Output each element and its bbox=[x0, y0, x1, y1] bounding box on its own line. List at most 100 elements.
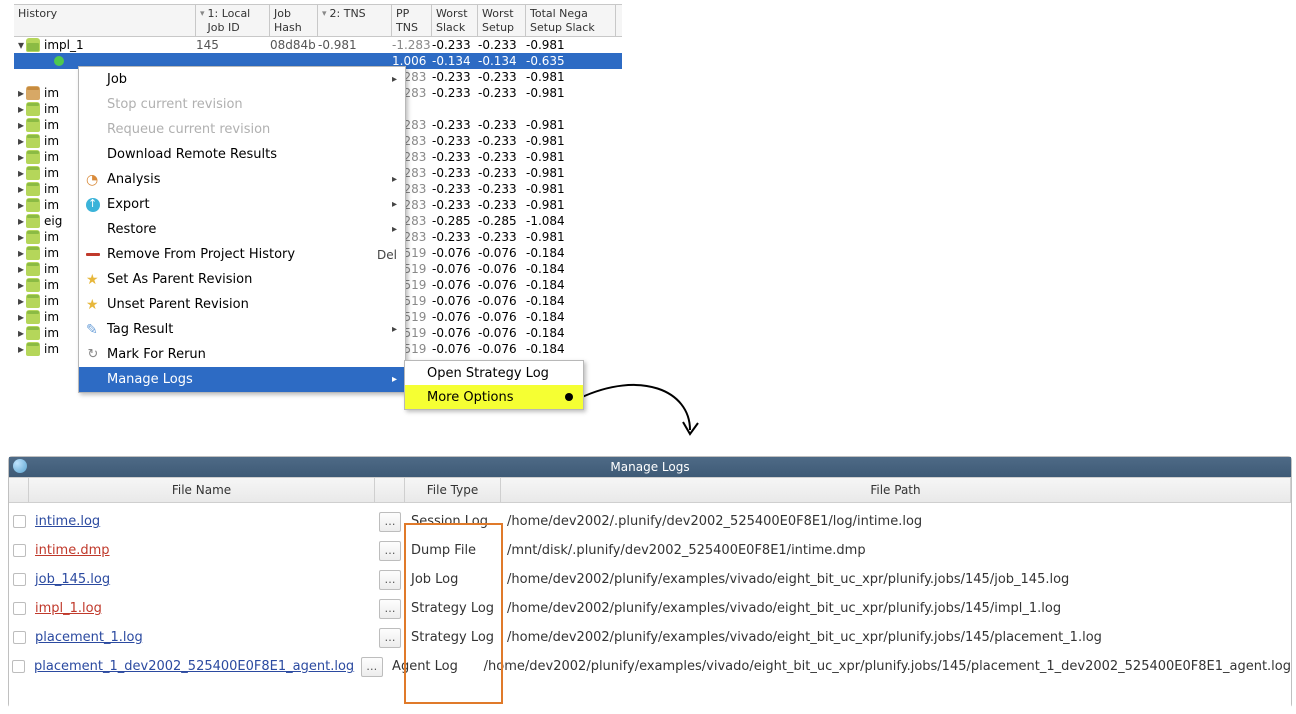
log-row: job_145.log…Job Log/home/dev2002/plunify… bbox=[9, 565, 1291, 594]
ctx-mark-rerun[interactable]: ↻Mark For Rerun bbox=[79, 342, 405, 367]
export-icon bbox=[86, 198, 100, 212]
expand-icon[interactable]: ▸ bbox=[16, 182, 26, 196]
folder-icon bbox=[26, 102, 40, 116]
expand-icon[interactable]: ▸ bbox=[16, 342, 26, 356]
expand-icon[interactable]: ▾ bbox=[16, 38, 26, 52]
col-worst-slack[interactable]: Worst Slack bbox=[432, 5, 478, 36]
checkbox[interactable] bbox=[13, 573, 26, 586]
file-type: Strategy Log bbox=[405, 630, 501, 645]
ctx-unset-parent[interactable]: ★Unset Parent Revision bbox=[79, 292, 405, 317]
expand-icon[interactable]: ▸ bbox=[16, 326, 26, 340]
checkbox[interactable] bbox=[13, 515, 26, 528]
folder-icon bbox=[26, 342, 40, 356]
expand-icon[interactable]: ▸ bbox=[16, 230, 26, 244]
col-checkbox[interactable] bbox=[9, 478, 29, 502]
file-name-link[interactable]: impl_1.log bbox=[35, 601, 102, 616]
col-job-hash[interactable]: Job Hash bbox=[270, 5, 318, 36]
folder-icon bbox=[26, 214, 40, 228]
col-file-type[interactable]: File Type bbox=[405, 478, 501, 502]
ctx-requeue: Requeue current revision bbox=[79, 117, 405, 142]
checkbox[interactable] bbox=[13, 544, 26, 557]
col-tns[interactable]: ▾2: TNS bbox=[318, 5, 392, 36]
ctx-tag[interactable]: ✎Tag Result▸ bbox=[79, 317, 405, 342]
file-path: /home/dev2002/plunify/examples/vivado/ei… bbox=[501, 630, 1291, 645]
dialog-title: Manage Logs bbox=[610, 460, 689, 474]
tree-row-impl1[interactable]: ▾impl_1 145 08d84b -0.981 -1.283 -0.233 … bbox=[14, 37, 622, 53]
ctx-download[interactable]: Download Remote Results bbox=[79, 142, 405, 167]
log-row: intime.dmp…Dump File/mnt/disk/.plunify/d… bbox=[9, 536, 1291, 565]
checkbox[interactable] bbox=[12, 660, 25, 673]
browse-button[interactable]: … bbox=[379, 541, 401, 561]
file-type: Strategy Log bbox=[405, 601, 501, 616]
sort-icon: ▾ bbox=[322, 7, 327, 21]
file-name-link[interactable]: intime.log bbox=[35, 514, 100, 529]
log-row: intime.log…Session Log/home/dev2002/.plu… bbox=[9, 507, 1291, 536]
ctx-remove[interactable]: Remove From Project HistoryDel bbox=[79, 242, 405, 267]
folder-icon bbox=[26, 86, 40, 100]
folder-icon bbox=[26, 198, 40, 212]
ctx-export[interactable]: Export▸ bbox=[79, 192, 405, 217]
expand-icon[interactable]: ▸ bbox=[16, 102, 26, 116]
expand-icon[interactable]: ▸ bbox=[16, 310, 26, 324]
dialog-column-header: File Name File Type File Path bbox=[9, 477, 1291, 503]
file-path: /home/dev2002/plunify/examples/vivado/ei… bbox=[501, 572, 1291, 587]
submenu-more-options[interactable]: More Options bbox=[405, 385, 583, 409]
expand-icon[interactable]: ▸ bbox=[16, 246, 26, 260]
ctx-analysis[interactable]: ◔Analysis▸ bbox=[79, 167, 405, 192]
browse-button[interactable]: … bbox=[379, 628, 401, 648]
expand-icon[interactable]: ▸ bbox=[16, 198, 26, 212]
chevron-right-icon: ▸ bbox=[392, 199, 397, 210]
file-type: Dump File bbox=[405, 543, 501, 558]
expand-icon[interactable]: ▸ bbox=[16, 278, 26, 292]
expand-icon[interactable]: ▸ bbox=[16, 294, 26, 308]
file-name-link[interactable]: job_145.log bbox=[35, 572, 110, 587]
browse-button[interactable]: … bbox=[361, 657, 383, 677]
browse-button[interactable]: … bbox=[379, 570, 401, 590]
expand-icon[interactable]: ▸ bbox=[16, 262, 26, 276]
file-name-link[interactable]: placement_1_dev2002_525400E0F8E1_agent.l… bbox=[34, 659, 354, 674]
file-path: /home/dev2002/plunify/examples/vivado/ei… bbox=[478, 659, 1291, 674]
file-name-link[interactable]: placement_1.log bbox=[35, 630, 143, 645]
checkbox[interactable] bbox=[13, 631, 26, 644]
dialog-title-bar[interactable]: Manage Logs bbox=[9, 457, 1291, 477]
submenu-manage-logs: Open Strategy Log More Options bbox=[404, 360, 584, 410]
col-local-job-id[interactable]: ▾1: Local Job ID bbox=[196, 5, 270, 36]
log-row: placement_1_dev2002_525400E0F8E1_agent.l… bbox=[9, 652, 1291, 681]
ctx-restore[interactable]: Restore▸ bbox=[79, 217, 405, 242]
browse-button[interactable]: … bbox=[379, 512, 401, 532]
col-pp-tns[interactable]: PP TNS bbox=[392, 5, 432, 36]
col-total-neg-slack[interactable]: Total Nega Setup Slack bbox=[526, 5, 616, 36]
pointer-dot-icon bbox=[565, 393, 573, 401]
expand-icon[interactable]: ▸ bbox=[16, 166, 26, 180]
log-row: placement_1.log … Strategy Log/home/dev200… bbox=[9, 623, 1291, 652]
expand-icon[interactable]: ▸ bbox=[16, 214, 26, 228]
chevron-right-icon: ▸ bbox=[392, 324, 397, 335]
expand-icon[interactable]: ▸ bbox=[16, 118, 26, 132]
folder-icon bbox=[26, 166, 40, 180]
expand-icon[interactable]: ▸ bbox=[16, 150, 26, 164]
ctx-job[interactable]: Job▸ bbox=[79, 67, 405, 92]
manage-logs-dialog: Manage Logs File Name File Type File Pat… bbox=[8, 456, 1292, 708]
folder-icon bbox=[26, 118, 40, 132]
col-worst-setup[interactable]: Worst Setup bbox=[478, 5, 526, 36]
folder-icon bbox=[26, 246, 40, 260]
star-icon: ★ bbox=[86, 273, 100, 287]
col-file-name[interactable]: File Name bbox=[29, 478, 375, 502]
col-file-path[interactable]: File Path bbox=[501, 478, 1291, 502]
ctx-set-parent[interactable]: ★Set As Parent Revision bbox=[79, 267, 405, 292]
folder-icon bbox=[26, 278, 40, 292]
ctx-manage-logs[interactable]: Manage Logs▸ bbox=[79, 367, 405, 392]
folder-icon bbox=[26, 134, 40, 148]
col-history[interactable]: History bbox=[14, 5, 196, 36]
checkbox[interactable] bbox=[13, 602, 26, 615]
expand-icon[interactable]: ▸ bbox=[16, 134, 26, 148]
file-type: Agent Log bbox=[386, 659, 478, 674]
file-path: /home/dev2002/plunify/examples/vivado/ei… bbox=[501, 601, 1291, 616]
expand-icon[interactable]: ▸ bbox=[16, 86, 26, 100]
submenu-open-strategy-log[interactable]: Open Strategy Log bbox=[405, 361, 583, 385]
history-column-header: History ▾1: Local Job ID Job Hash ▾2: TN… bbox=[14, 5, 622, 37]
minus-icon bbox=[86, 253, 100, 256]
browse-button[interactable]: … bbox=[379, 599, 401, 619]
file-name-link[interactable]: intime.dmp bbox=[35, 543, 110, 558]
col-browse[interactable] bbox=[375, 478, 405, 502]
